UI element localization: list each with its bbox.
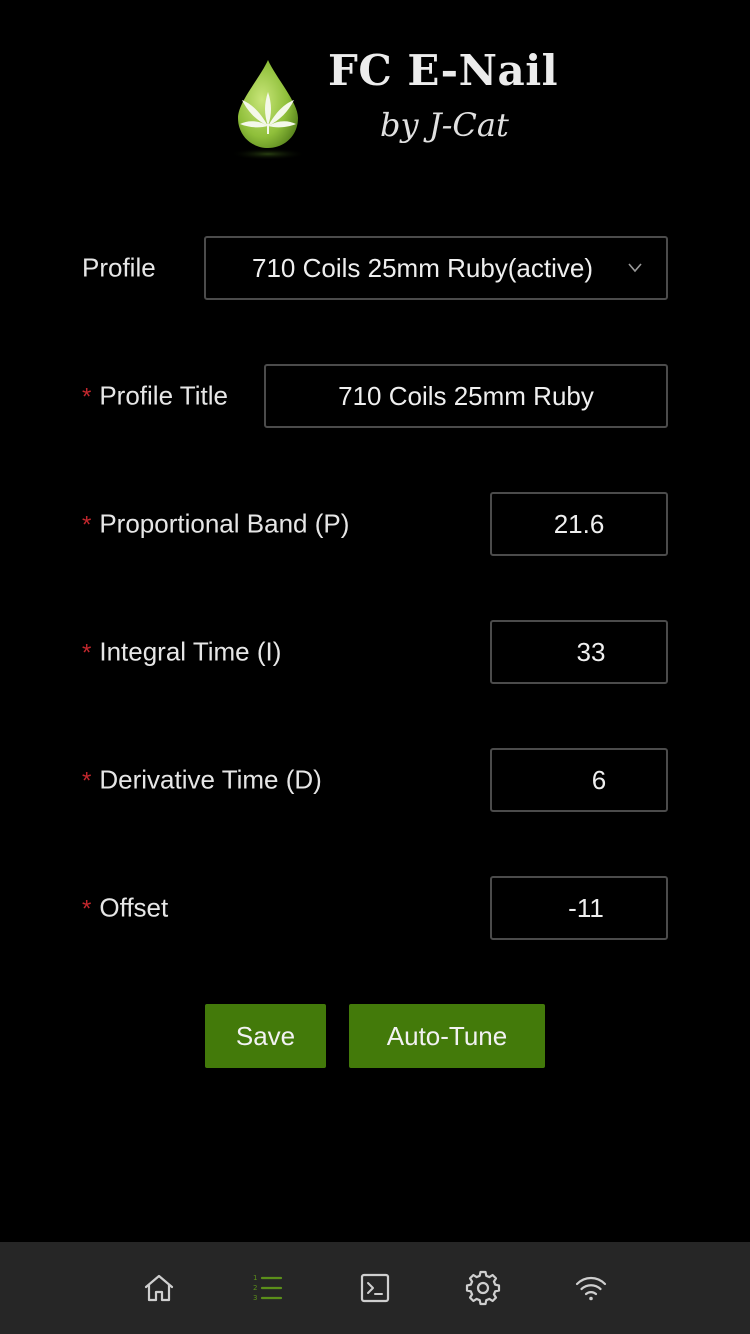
chevron-down-icon <box>628 263 642 273</box>
profile-label: Profile <box>82 252 156 283</box>
proportional-band-row: * Proportional Band (P) 21.6 <box>82 492 668 556</box>
offset-label: * Offset <box>82 892 169 923</box>
tab-wifi[interactable] <box>571 1268 611 1308</box>
proportional-band-input[interactable]: 21.6 <box>490 492 668 556</box>
required-marker: * <box>82 895 92 923</box>
integral-time-row: * Integral Time (I) 33 <box>82 620 668 684</box>
offset-row: * Offset -11 <box>82 876 668 940</box>
terminal-icon <box>360 1273 390 1303</box>
required-marker: * <box>82 511 92 539</box>
wifi-icon <box>575 1276 607 1301</box>
derivative-time-input[interactable]: 6 <box>490 748 668 812</box>
tab-settings[interactable] <box>463 1268 503 1308</box>
app-subtitle: by J-Cat <box>380 106 509 144</box>
proportional-band-label: * Proportional Band (P) <box>82 508 350 539</box>
auto-tune-button[interactable]: Auto-Tune <box>349 1004 545 1068</box>
profile-title-input[interactable]: 710 Coils 25mm Ruby <box>264 364 668 428</box>
home-icon <box>144 1274 174 1302</box>
svg-text:2: 2 <box>253 1284 257 1292</box>
app-title: FC E-Nail <box>328 46 559 95</box>
bottom-tab-bar: 1 2 3 <box>0 1242 750 1334</box>
gear-icon <box>465 1270 501 1306</box>
profile-title-label: * Profile Title <box>82 380 228 411</box>
app-header: FC E-Nail by J-Cat <box>0 0 750 180</box>
numbered-list-icon: 1 2 3 <box>253 1274 283 1302</box>
offset-input[interactable]: -11 <box>490 876 668 940</box>
svg-text:1: 1 <box>253 1274 257 1282</box>
profile-select-value: 710 Coils 25mm Ruby(active) <box>252 253 594 283</box>
tab-home[interactable] <box>139 1268 179 1308</box>
tab-console[interactable] <box>355 1268 395 1308</box>
integral-time-input[interactable]: 33 <box>490 620 668 684</box>
profile-select[interactable]: 710 Coils 25mm Ruby(active) <box>204 236 668 300</box>
svg-text:3: 3 <box>253 1294 257 1302</box>
derivative-time-label: * Derivative Time (D) <box>82 764 322 795</box>
required-marker: * <box>82 767 92 795</box>
save-button[interactable]: Save <box>205 1004 326 1068</box>
integral-time-label: * Integral Time (I) <box>82 636 282 667</box>
required-marker: * <box>82 383 92 411</box>
cannabis-leaf-drop-icon <box>230 60 306 160</box>
tab-profiles[interactable]: 1 2 3 <box>247 1268 287 1308</box>
profile-row: Profile 710 Coils 25mm Ruby(active) <box>82 236 668 300</box>
derivative-time-row: * Derivative Time (D) 6 <box>82 748 668 812</box>
profile-title-row: * Profile Title 710 Coils 25mm Ruby <box>82 364 668 428</box>
required-marker: * <box>82 639 92 667</box>
